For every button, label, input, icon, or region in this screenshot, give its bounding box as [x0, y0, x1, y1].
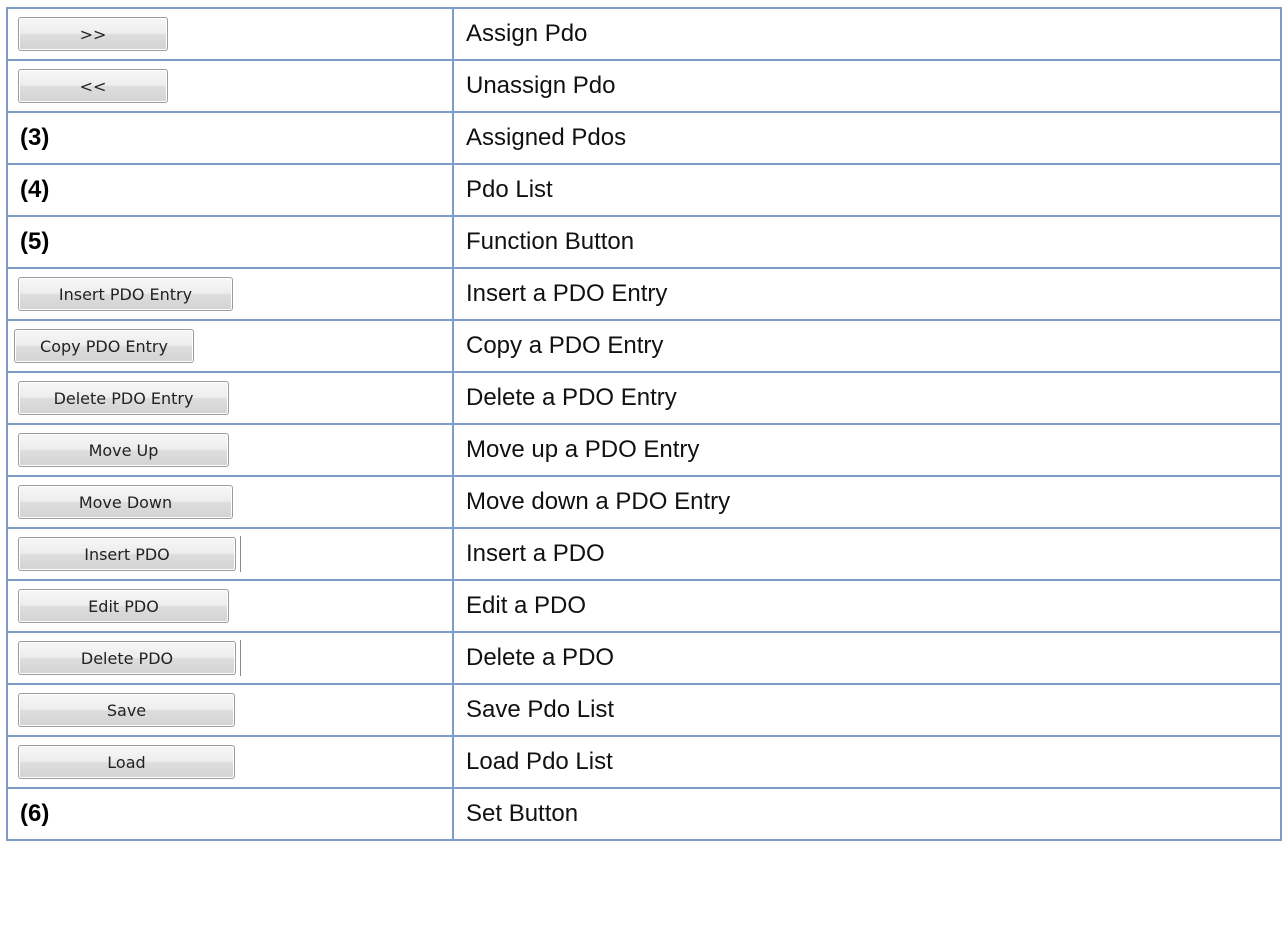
table-row: Move Down Move down a PDO Entry — [6, 475, 1282, 529]
item-cell: (4) — [6, 163, 454, 217]
item-cell: Move Up — [6, 423, 454, 477]
item-cell: Copy PDO Entry — [6, 319, 454, 373]
table-row: >> Assign Pdo — [6, 7, 1282, 61]
table-row: Insert PDO Insert a PDO — [6, 527, 1282, 581]
description-cell: Pdo List — [452, 163, 1282, 217]
item-cell: Save — [6, 683, 454, 737]
item-cell: Insert PDO Entry — [6, 267, 454, 321]
description-cell: Move down a PDO Entry — [452, 475, 1282, 529]
item-cell: Delete PDO Entry — [6, 371, 454, 425]
table-row: Move Up Move up a PDO Entry — [6, 423, 1282, 477]
move-up-button[interactable]: Move Up — [18, 433, 229, 467]
table-row: Delete PDO Entry Delete a PDO Entry — [6, 371, 1282, 425]
table-row: << Unassign Pdo — [6, 59, 1282, 113]
table-row: Insert PDO Entry Insert a PDO Entry — [6, 267, 1282, 321]
item-cell: Edit PDO — [6, 579, 454, 633]
table-row: Save Save Pdo List — [6, 683, 1282, 737]
table-row: (4) Pdo List — [6, 163, 1282, 217]
description-cell: Move up a PDO Entry — [452, 423, 1282, 477]
table-row: Delete PDO Delete a PDO — [6, 631, 1282, 685]
description-cell: Function Button — [452, 215, 1282, 269]
insert-pdo-entry-button[interactable]: Insert PDO Entry — [18, 277, 233, 311]
item-cell: << — [6, 59, 454, 113]
description-cell: Copy a PDO Entry — [452, 319, 1282, 373]
item-cell: Move Down — [6, 475, 454, 529]
description-cell: Set Button — [452, 787, 1282, 841]
assign-pdo-button[interactable]: >> — [18, 17, 168, 51]
reference-table: >> Assign Pdo << Unassign Pdo (3) Assign… — [6, 7, 1282, 841]
insert-pdo-button-group: Insert PDO — [18, 536, 241, 572]
table-row: (5) Function Button — [6, 215, 1282, 269]
description-cell: Assigned Pdos — [452, 111, 1282, 165]
table-row: (6) Set Button — [6, 787, 1282, 841]
table-row: Edit PDO Edit a PDO — [6, 579, 1282, 633]
edit-pdo-button[interactable]: Edit PDO — [18, 589, 229, 623]
delete-pdo-button-group: Delete PDO — [18, 640, 241, 676]
table-row: Copy PDO Entry Copy a PDO Entry — [6, 319, 1282, 373]
description-cell: Insert a PDO Entry — [452, 267, 1282, 321]
item-cell: Load — [6, 735, 454, 789]
table-row: Load Load Pdo List — [6, 735, 1282, 789]
reference-label: (5) — [20, 228, 50, 255]
description-cell: Insert a PDO — [452, 527, 1282, 581]
unassign-pdo-button[interactable]: << — [18, 69, 168, 103]
copy-pdo-entry-button[interactable]: Copy PDO Entry — [14, 329, 194, 363]
delete-pdo-button[interactable]: Delete PDO — [18, 641, 236, 675]
table-row: (3) Assigned Pdos — [6, 111, 1282, 165]
description-cell: Load Pdo List — [452, 735, 1282, 789]
item-cell: Delete PDO — [6, 631, 454, 685]
save-button[interactable]: Save — [18, 693, 235, 727]
description-cell: Edit a PDO — [452, 579, 1282, 633]
description-cell: Assign Pdo — [452, 7, 1282, 61]
reference-label: (3) — [20, 124, 50, 151]
item-cell: (5) — [6, 215, 454, 269]
description-cell: Delete a PDO Entry — [452, 371, 1282, 425]
divider — [240, 640, 241, 676]
item-cell: >> — [6, 7, 454, 61]
divider — [240, 536, 241, 572]
reference-label: (4) — [20, 176, 50, 203]
item-cell: (3) — [6, 111, 454, 165]
item-cell: Insert PDO — [6, 527, 454, 581]
item-cell: (6) — [6, 787, 454, 841]
load-button[interactable]: Load — [18, 745, 235, 779]
delete-pdo-entry-button[interactable]: Delete PDO Entry — [18, 381, 229, 415]
reference-label: (6) — [20, 800, 50, 827]
description-cell: Save Pdo List — [452, 683, 1282, 737]
insert-pdo-button[interactable]: Insert PDO — [18, 537, 236, 571]
description-cell: Unassign Pdo — [452, 59, 1282, 113]
move-down-button[interactable]: Move Down — [18, 485, 233, 519]
description-cell: Delete a PDO — [452, 631, 1282, 685]
